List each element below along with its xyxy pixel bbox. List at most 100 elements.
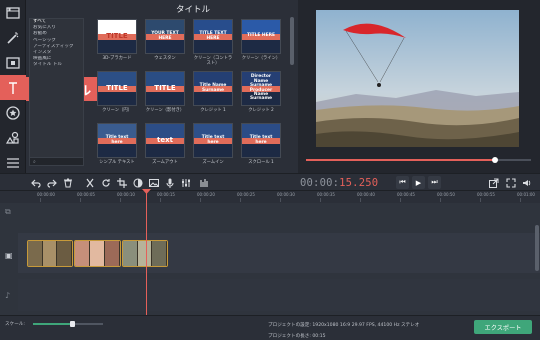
title-preset-sample-text: Title text here <box>249 135 273 145</box>
search-field[interactable]: ⌕ <box>29 157 84 166</box>
play-icon: ▶ <box>415 178 422 187</box>
title-preset-thumbnail: text <box>145 123 185 158</box>
title-preset-sample-text: text <box>157 136 173 144</box>
undo-button[interactable] <box>30 177 41 188</box>
title-preset-caption: スクロール 1 <box>248 160 274 165</box>
crop-icon <box>116 177 127 188</box>
title-preset-tile[interactable]: YOUR TEXT HERE ウェスタン <box>145 19 185 61</box>
title-preset-caption: ズームイン <box>202 160 224 165</box>
redo-button[interactable] <box>46 177 57 188</box>
title-preset-thumbnail: YOUR TEXT HERE <box>145 19 185 54</box>
text-t-icon <box>9 81 17 94</box>
stickers-button[interactable] <box>0 100 26 125</box>
ruler-tick <box>280 198 281 202</box>
callouts-button[interactable] <box>0 125 26 150</box>
title-preset-tile[interactable]: Title text here ズームイン <box>193 123 233 165</box>
title-preset-sample-text: Title text here <box>201 135 225 145</box>
gallery-scrollbar[interactable] <box>290 17 294 65</box>
title-preset-sample-text: TITLE <box>154 84 176 92</box>
title-preset-tile[interactable]: TITLE クリーン（影付き） <box>145 71 185 113</box>
title-preset-tile[interactable]: Title text here シンプル テキスト <box>97 123 137 165</box>
video-clip[interactable] <box>122 240 168 267</box>
title-track[interactable] <box>18 203 540 225</box>
timecode-current: 15.250 <box>339 177 379 189</box>
filters-button[interactable] <box>0 25 26 50</box>
timecode-prefix: 00:00: <box>300 177 340 189</box>
title-preset-thumbnail: Title Name Surname <box>193 71 233 106</box>
title-preset-thumbnail: TITLE TEXT HERE <box>193 19 233 54</box>
ruler-tick-label: 00:00:20 <box>197 192 215 197</box>
export-button[interactable]: エクスポート <box>474 320 532 334</box>
app-window: タイトル すべてお気に入りお勧めベーシックアーティスティックインスタ映画風にタイ… <box>0 0 540 340</box>
title-preset-tile[interactable]: TITLE 3D-ブラカード <box>97 19 137 61</box>
zoom-slider[interactable] <box>33 321 103 327</box>
title-preset-caption: ウェスタン <box>154 56 176 61</box>
title-preset-caption: クレジット 1 <box>200 108 226 113</box>
panel-heading: タイトル <box>175 5 210 15</box>
cut-button[interactable] <box>84 177 95 188</box>
transitions-button[interactable] <box>0 50 26 75</box>
title-preset-caption: クリーン（円） <box>102 108 132 113</box>
playback-seekbar[interactable] <box>306 157 531 163</box>
title-preset-thumbnail: Title text here <box>241 123 281 158</box>
playhead[interactable] <box>146 189 147 315</box>
timeline-ruler[interactable]: 00:00:00 00:00:05 00:00:10 00:00:15 00:00:20… <box>0 191 540 203</box>
ruler-tick-label: 00:00:15 <box>157 192 175 197</box>
title-preset-sample-text: Title text here <box>105 135 129 145</box>
color-adjust-button[interactable] <box>132 177 143 188</box>
title-preset-sample-text: Title Name Surname <box>199 83 227 93</box>
title-preset-thumbnail: Title text here <box>193 123 233 158</box>
title-track-icon: ⧉ <box>5 207 11 216</box>
audio-track[interactable] <box>18 279 540 311</box>
seekbar-handle[interactable] <box>492 157 498 163</box>
redo-icon <box>46 179 57 188</box>
search-icon: ⌕ <box>33 159 36 165</box>
title-preset-sample-text: TITLE <box>106 32 128 40</box>
title-preset-thumbnail: TITLE <box>97 19 137 54</box>
ruler-tick <box>40 198 41 202</box>
ruler-tick-label: 00:00:55 <box>477 192 495 197</box>
video-clip[interactable] <box>27 240 73 267</box>
more-tools-button[interactable] <box>0 150 26 175</box>
title-preset-tile[interactable]: Director Name Surname Producer Name Surn… <box>241 71 281 113</box>
next-frame-button[interactable]: ⏭ <box>428 176 441 189</box>
title-preset-tile[interactable]: TITLE HERE クリーン（ライン） <box>241 19 281 61</box>
settings-button[interactable] <box>180 177 191 188</box>
record-audio-button[interactable] <box>164 177 175 188</box>
zoom-handle[interactable] <box>69 321 75 327</box>
title-preset-tile[interactable]: Title Name Surname クレジット 1 <box>193 71 233 113</box>
timeline-scrollbar[interactable] <box>535 225 539 271</box>
media-properties-button[interactable] <box>148 177 159 188</box>
title-preset-thumbnail: TITLE <box>145 71 185 106</box>
title-preset-tile[interactable]: text ズームアウト <box>145 123 185 165</box>
import-button[interactable] <box>0 0 26 25</box>
project-settings: プロジェクトの設定: 1920x1080 16:9 29.97 FPS, 441… <box>268 323 420 328</box>
fullscreen-button[interactable] <box>505 177 516 188</box>
magic-wand-icon <box>7 31 19 44</box>
ruler-tick <box>360 198 361 202</box>
title-preset-tile[interactable]: TITLE クリーン（円） <box>97 71 137 113</box>
paraglider-scene-image <box>316 10 519 147</box>
project-length: プロジェクトの長さ: 00:15 <box>268 334 326 339</box>
rotate-button[interactable] <box>100 177 111 188</box>
video-preview <box>316 10 519 147</box>
title-preset-tile[interactable]: TITLE TEXT HERE クリーン（コントラスト） <box>193 19 233 66</box>
list-icon <box>7 157 19 168</box>
title-preset-tile[interactable]: Title text here スクロール 1 <box>241 123 281 165</box>
delete-button[interactable] <box>62 177 73 188</box>
rotate-icon <box>101 178 110 187</box>
audio-levels-button[interactable] <box>198 177 209 188</box>
title-preset-caption: 3D-ブラカード <box>102 56 132 61</box>
crop-button[interactable] <box>116 177 127 188</box>
previous-frame-button[interactable]: ⏮ <box>396 176 409 189</box>
video-clip[interactable] <box>74 240 121 267</box>
scale-label: スケール: <box>5 322 25 327</box>
volume-button[interactable] <box>521 177 532 188</box>
skip-back-icon: ⏮ <box>399 178 406 186</box>
detach-preview-button[interactable] <box>488 177 499 188</box>
category-item[interactable]: タイトル トル <box>30 62 83 68</box>
play-button[interactable]: ▶ <box>412 176 425 189</box>
ruler-tick-label: 00:00:10 <box>117 192 135 197</box>
equalizer-icon <box>199 178 208 187</box>
ruler-tick <box>80 198 81 202</box>
